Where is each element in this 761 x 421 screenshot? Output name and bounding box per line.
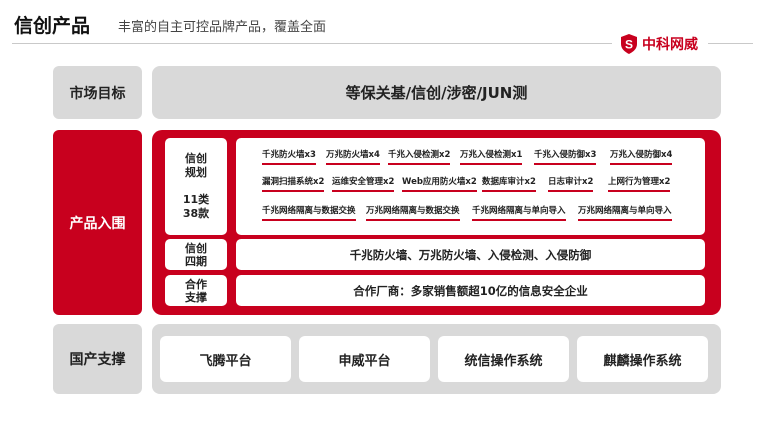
planning-item: 千兆网络隔离与数据交换 (262, 206, 356, 221)
planning-label-line1: 信创 (185, 152, 207, 165)
platform-kylin: 麒麟操作系统 (577, 336, 708, 382)
platform-feiteng: 飞腾平台 (160, 336, 291, 382)
market-target-content: 等保关基/信创/涉密/JUN测 (152, 66, 721, 119)
planning-label: 信创 规划 11类 38款 (165, 138, 227, 235)
shield-s-icon: S (621, 34, 637, 54)
planning-item: 日志审计x2 (548, 177, 594, 192)
page-subtitle: 丰富的自主可控品牌产品，覆盖全面 (118, 20, 327, 35)
phase4-content: 千兆防火墙、万兆防火墙、入侵检测、入侵防御 (236, 239, 705, 270)
planning-item: 万兆防火墙x4 (326, 150, 380, 165)
planning-label-line2: 规划 (185, 166, 207, 179)
brand-logo: S 中科网威 (612, 33, 708, 55)
products-panel: 信创 规划 11类 38款 千兆防火墙x3 万兆防火墙x4 千兆入侵检测x2 万… (152, 130, 721, 315)
platform-uos: 统信操作系统 (438, 336, 569, 382)
planning-item: 万兆入侵检测x1 (460, 150, 523, 165)
planning-item: 上网行为管理x2 (608, 177, 671, 192)
platform-shenwei: 申威平台 (299, 336, 430, 382)
domestic-support-label: 国产支撑 (53, 324, 142, 394)
phase4-label-line2: 四期 (185, 254, 207, 268)
products-label: 产品入围 (53, 130, 142, 315)
planning-item: 漏洞扫描系统x2 (262, 177, 325, 192)
partner-label: 合作 支撑 (165, 275, 227, 306)
planning-item: 运维安全管理x2 (332, 177, 395, 192)
phase4-label: 信创 四期 (165, 239, 227, 270)
planning-item: 万兆网络隔离与数据交换 (366, 206, 460, 221)
brand-name: 中科网威 (642, 37, 698, 53)
planning-items-box: 千兆防火墙x3 万兆防火墙x4 千兆入侵检测x2 万兆入侵检测x1 千兆入侵防御… (236, 138, 705, 235)
page-title: 信创产品 (14, 15, 91, 37)
market-target-label: 市场目标 (53, 66, 142, 119)
partner-content: 合作厂商：多家销售额超10亿的信息安全企业 (236, 275, 705, 306)
phase4-label-line1: 信创 (185, 241, 207, 255)
svg-text:S: S (625, 38, 633, 52)
planning-item: 万兆网络隔离与单向导入 (578, 206, 672, 221)
planning-count-line2: 38款 (182, 207, 210, 220)
planning-item: 千兆防火墙x3 (262, 150, 316, 165)
planning-item: 千兆入侵防御x3 (534, 150, 597, 165)
planning-item: 千兆网络隔离与单向导入 (472, 206, 566, 221)
planning-item: 千兆入侵检测x2 (388, 150, 451, 165)
domestic-support-panel: 飞腾平台 申威平台 统信操作系统 麒麟操作系统 (152, 324, 721, 394)
planning-item: 万兆入侵防御x4 (610, 150, 673, 165)
planning-count-line1: 11类 (182, 193, 210, 206)
partner-label-line1: 合作 (185, 277, 207, 291)
partner-label-line2: 支撑 (185, 290, 207, 304)
planning-item: Web应用防火墙x2 (402, 177, 477, 192)
planning-item: 数据库审计x2 (482, 177, 536, 192)
